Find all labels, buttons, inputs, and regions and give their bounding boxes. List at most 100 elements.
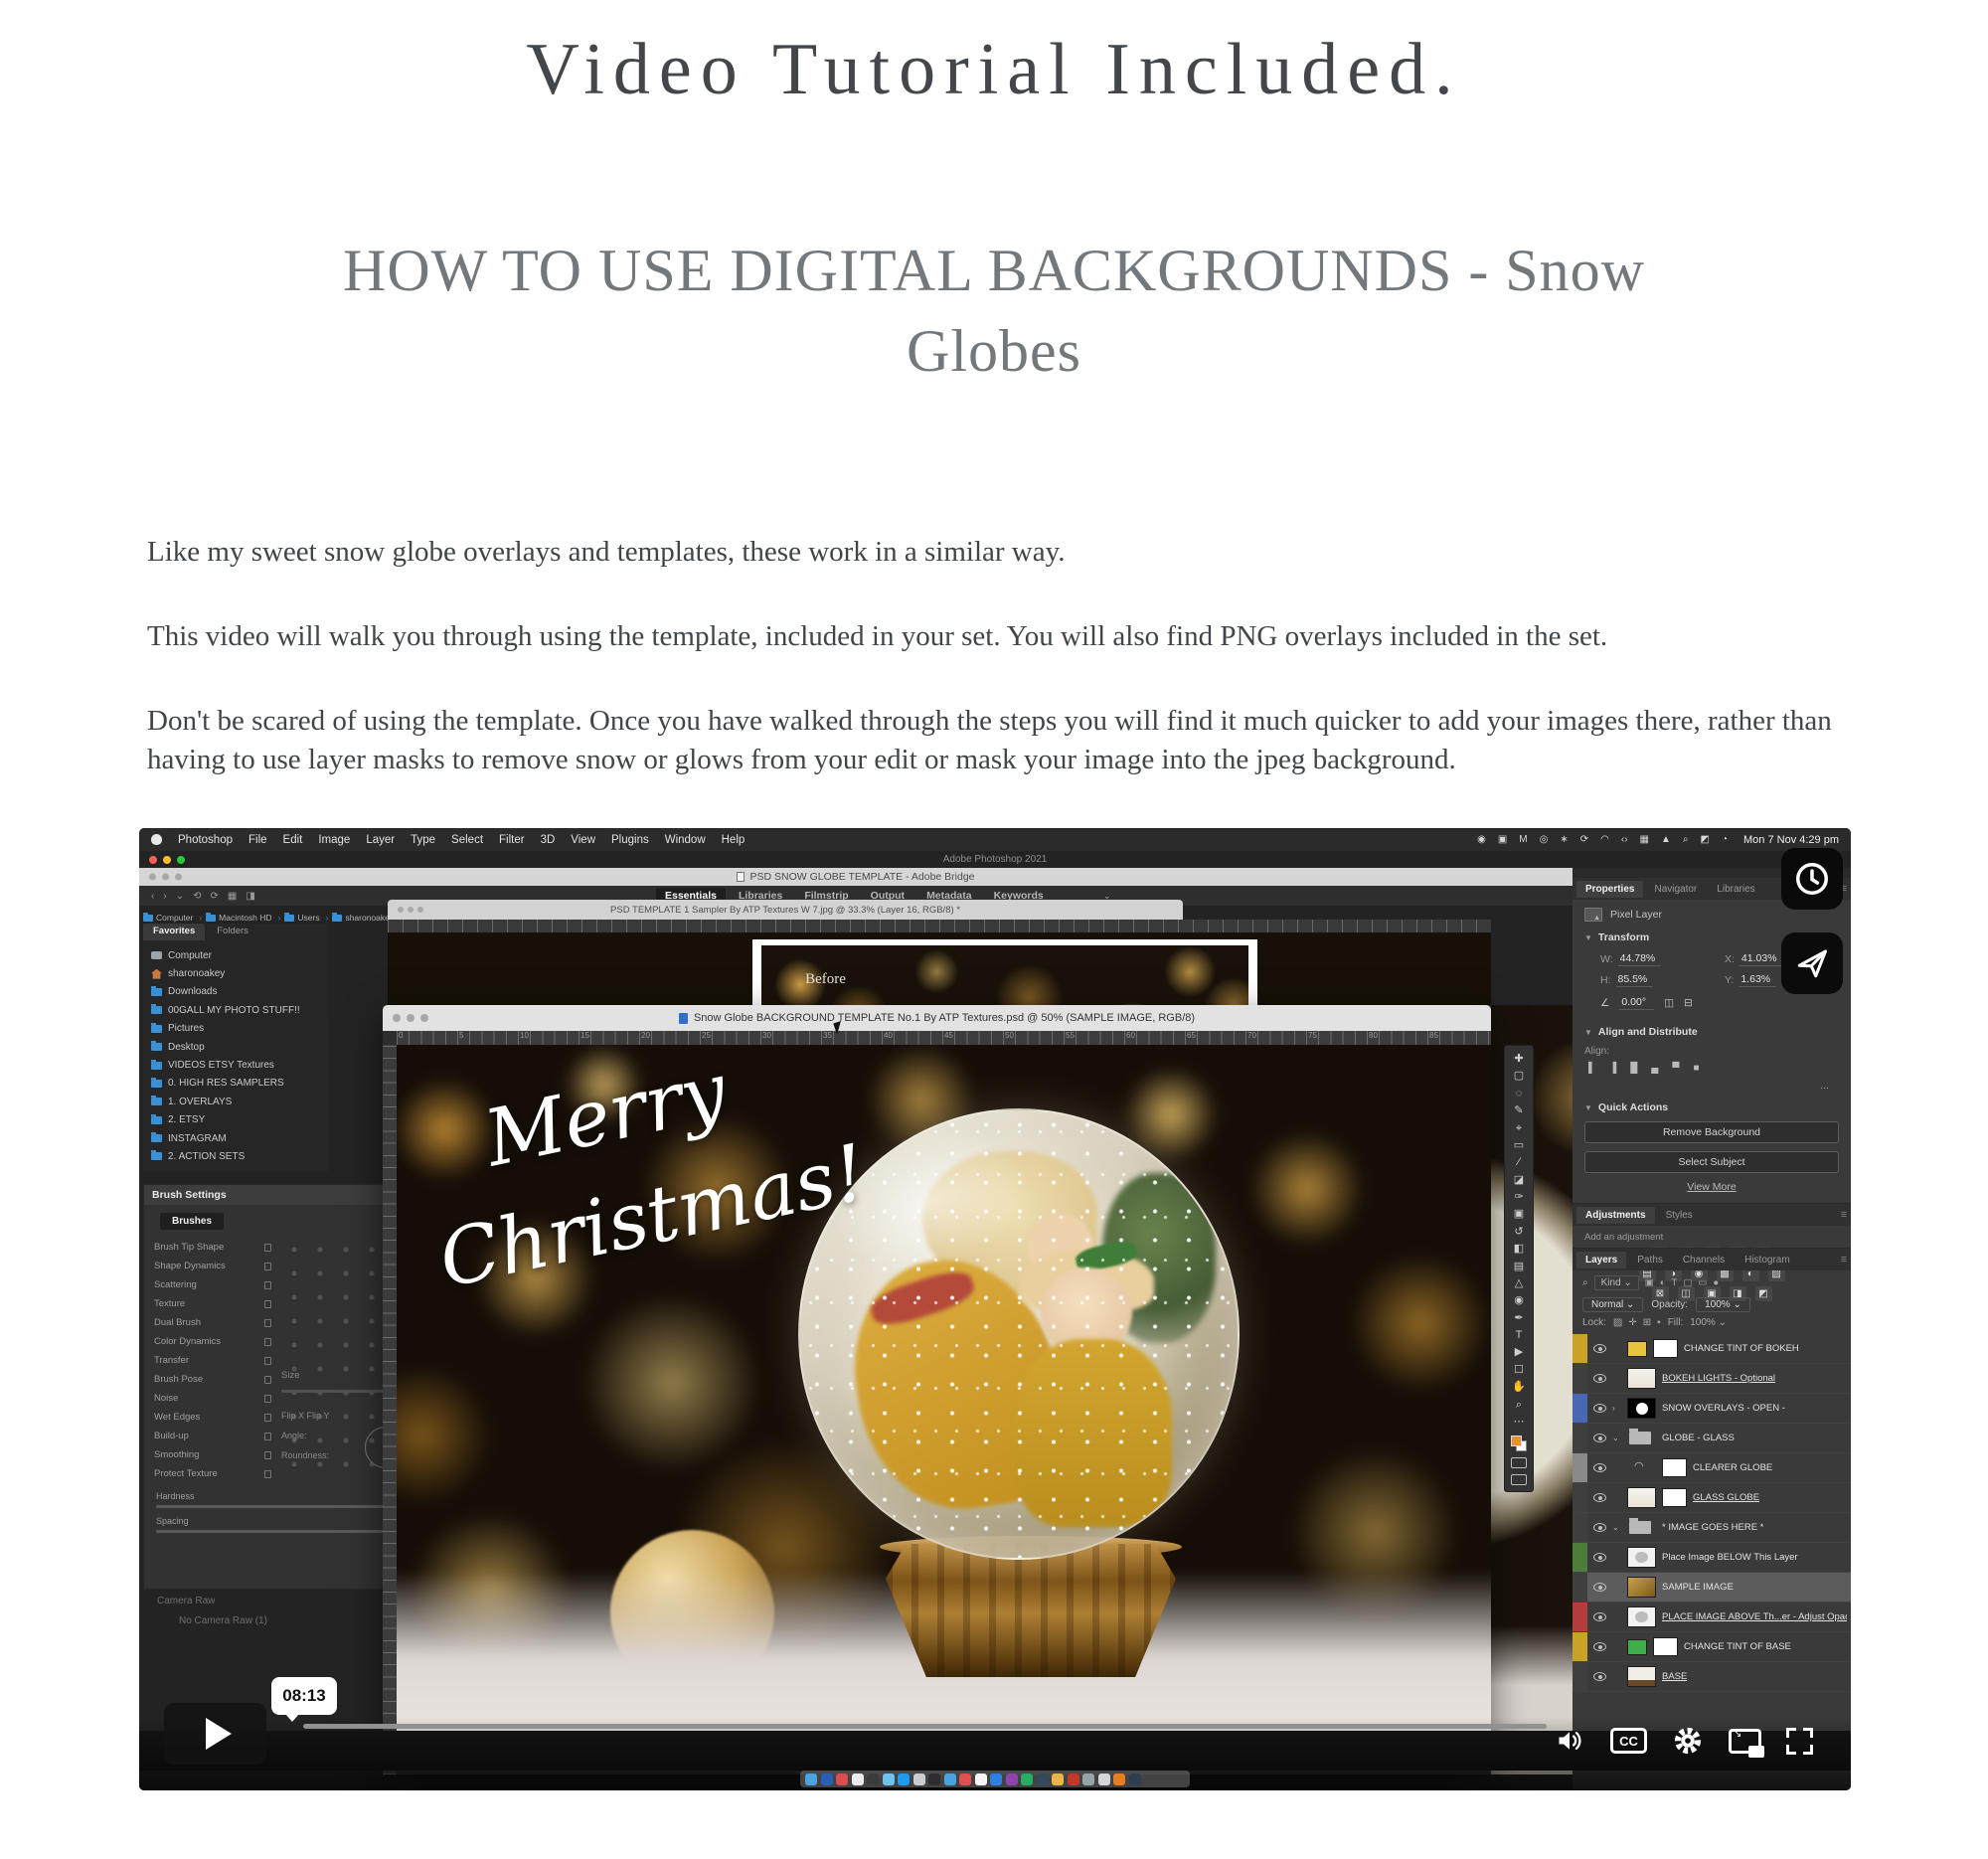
brush-option[interactable]: Shape Dynamics [154, 1257, 271, 1275]
minimize-icon [163, 856, 171, 864]
eye-icon[interactable] [1593, 1523, 1606, 1532]
dock-app-icon[interactable] [821, 1774, 833, 1785]
eye-icon[interactable] [1593, 1434, 1606, 1442]
remove-background-button[interactable]: Remove Background [1584, 1121, 1839, 1143]
dock-app-icon[interactable] [1068, 1774, 1079, 1785]
dock-app-icon[interactable] [805, 1774, 817, 1785]
lock-icon[interactable]: ✛ [1628, 1317, 1636, 1328]
dock-app-icon[interactable] [1098, 1774, 1110, 1785]
video-player[interactable]: Photoshop File Edit Image Layer Type Sel… [139, 828, 1851, 1790]
layer-name: CHANGE TINT OF BASE [1684, 1641, 1791, 1652]
layer-name: GLOBE - GLASS [1662, 1433, 1735, 1443]
filter-icon[interactable]: ● [1713, 1277, 1719, 1288]
dock-app-icon[interactable] [1006, 1774, 1018, 1785]
dock-app-icon[interactable] [944, 1774, 956, 1785]
dock-app-icon[interactable] [852, 1774, 864, 1785]
eye-icon[interactable] [1593, 1672, 1606, 1681]
dock-app-icon[interactable] [1021, 1774, 1033, 1785]
hardness-slider[interactable] [156, 1505, 413, 1508]
filter-icon[interactable]: ◐ [1660, 1277, 1666, 1288]
eye-icon[interactable] [1593, 1493, 1606, 1502]
brush-option[interactable]: Color Dynamics [154, 1332, 271, 1351]
dock-app-icon[interactable] [1113, 1774, 1125, 1785]
watch-later-button[interactable] [1781, 848, 1843, 910]
tool-icon: ◧ [1514, 1241, 1524, 1258]
eye-icon[interactable] [1593, 1404, 1606, 1413]
captions-button[interactable]: CC [1610, 1728, 1647, 1754]
lock-icon[interactable]: ⊞ [1643, 1317, 1651, 1328]
brush-option[interactable]: Wet Edges [154, 1408, 271, 1427]
dock-app-icon[interactable] [913, 1774, 925, 1785]
eye-icon[interactable] [1593, 1583, 1606, 1592]
filter-icon[interactable]: ▭ [1698, 1277, 1707, 1288]
layer-row[interactable]: SAMPLE IMAGE [1573, 1573, 1851, 1603]
brush-option[interactable]: Dual Brush [154, 1313, 271, 1332]
opacity-select[interactable]: 100% ⌄ [1696, 1297, 1750, 1312]
tool-icon: ▭ [1514, 1137, 1524, 1154]
brush-option[interactable]: Build-up [154, 1427, 271, 1445]
eye-icon[interactable] [1593, 1463, 1606, 1472]
dock-app-icon[interactable] [1129, 1774, 1141, 1785]
layer-row[interactable]: BASE [1573, 1662, 1851, 1692]
view-more-link[interactable]: View More [1584, 1181, 1839, 1193]
dock-app-icon[interactable] [1052, 1774, 1064, 1785]
play-button[interactable] [164, 1703, 266, 1765]
volume-button[interactable] [1554, 1727, 1585, 1755]
layer-row[interactable]: GLASS GLOBE [1573, 1483, 1851, 1513]
group-arrow-icon[interactable]: › [1612, 1404, 1621, 1413]
brushes-tab[interactable]: Brushes [160, 1213, 224, 1230]
eye-icon[interactable] [1593, 1374, 1606, 1383]
layer-row[interactable]: › SNOW OVERLAYS - OPEN - [1573, 1394, 1851, 1424]
brush-option[interactable]: Transfer [154, 1351, 271, 1370]
fullscreen-button[interactable] [1786, 1728, 1813, 1755]
brush-option[interactable]: Noise [154, 1389, 271, 1408]
brush-option[interactable]: Protect Texture [154, 1464, 271, 1483]
breadcrumb-separator: › [326, 913, 329, 923]
group-arrow-icon[interactable]: ⌄ [1612, 1434, 1621, 1442]
settings-button[interactable] [1672, 1725, 1704, 1757]
dock-app-icon[interactable] [990, 1774, 1002, 1785]
eye-icon[interactable] [1593, 1642, 1606, 1651]
filter-icon[interactable]: ▢ [1683, 1277, 1692, 1288]
layer-row[interactable]: ⌄ GLOBE - GLASS [1573, 1424, 1851, 1453]
kind-filter[interactable]: Kind ⌄ [1594, 1275, 1639, 1290]
fill-select[interactable]: 100% ⌄ [1690, 1317, 1727, 1328]
brush-option[interactable]: Smoothing [154, 1445, 271, 1464]
layer-row[interactable]: Place Image BELOW This Layer [1573, 1543, 1851, 1573]
blend-mode-select[interactable]: Normal ⌄ [1582, 1297, 1643, 1312]
dock-app-icon[interactable] [959, 1774, 971, 1785]
group-arrow-icon[interactable]: ⌄ [1612, 1523, 1621, 1532]
layer-row[interactable]: PLACE IMAGE ABOVE Th...er - Adjust Opaci… [1573, 1603, 1851, 1632]
dock-app-icon[interactable] [867, 1774, 879, 1785]
layer-row[interactable]: CHANGE TINT OF BOKEH [1573, 1334, 1851, 1364]
layer-row[interactable]: CHANGE TINT OF BASE [1573, 1632, 1851, 1662]
share-button[interactable] [1781, 932, 1843, 994]
eye-icon[interactable] [1593, 1553, 1606, 1562]
brush-option[interactable]: Texture [154, 1294, 271, 1313]
filter-icon[interactable]: T [1672, 1277, 1678, 1288]
ruler-number: 85 [1427, 1031, 1488, 1045]
lock-icon[interactable]: ▨ [1613, 1317, 1622, 1328]
dock-app-icon[interactable] [975, 1774, 987, 1785]
eye-icon[interactable] [1593, 1612, 1606, 1621]
spacing-slider[interactable] [156, 1530, 413, 1533]
dock-app-icon[interactable] [1082, 1774, 1094, 1785]
brush-option[interactable]: Scattering [154, 1275, 271, 1294]
dock-app-icon[interactable] [898, 1774, 910, 1785]
select-subject-button[interactable]: Select Subject [1584, 1151, 1839, 1173]
lock-icon[interactable]: ▪ [1657, 1317, 1661, 1328]
pip-button[interactable] [1729, 1729, 1761, 1754]
filter-icon[interactable]: ▣ [1645, 1277, 1654, 1288]
layer-row[interactable]: CLEARER GLOBE [1573, 1453, 1851, 1483]
brush-option[interactable]: Brush Tip Shape [154, 1238, 271, 1257]
eye-icon[interactable] [1593, 1344, 1606, 1353]
maximize-icon [175, 874, 182, 881]
layer-row[interactable]: BOKEH LIGHTS - Optional [1573, 1364, 1851, 1394]
brush-option[interactable]: Brush Pose [154, 1370, 271, 1389]
dock-app-icon[interactable] [836, 1774, 848, 1785]
dock-app-icon[interactable] [928, 1774, 940, 1785]
dock-app-icon[interactable] [1037, 1774, 1049, 1785]
layer-row[interactable]: ⌄ * IMAGE GOES HERE * [1573, 1513, 1851, 1543]
dock-app-icon[interactable] [883, 1774, 895, 1785]
progress-bar[interactable] [303, 1724, 1547, 1729]
